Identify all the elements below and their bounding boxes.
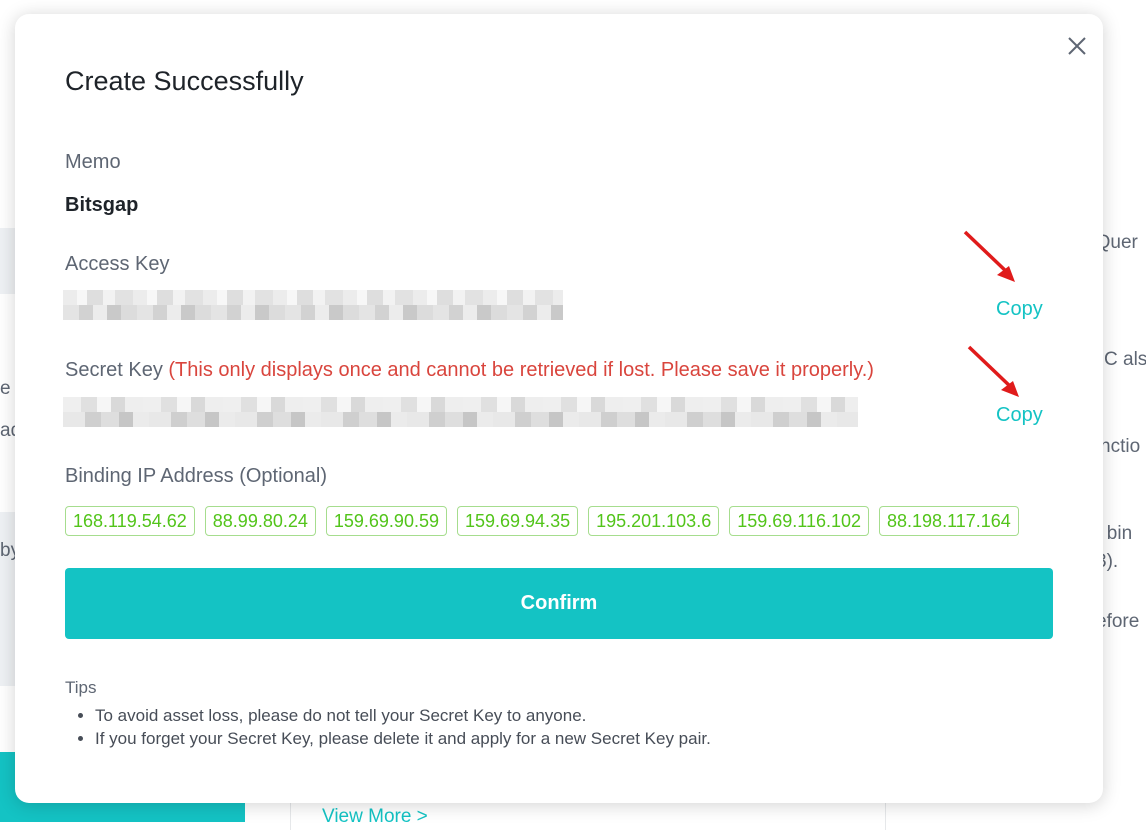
modal-title: Create Successfully — [65, 66, 304, 96]
close-button[interactable] — [1065, 34, 1089, 58]
create-success-modal: Create Successfully Memo Bitsgap Access … — [15, 14, 1103, 803]
background-text: e — [0, 378, 11, 399]
secret-key-label-text: Secret Key — [65, 359, 163, 381]
background-text: nctio — [1100, 436, 1141, 457]
ip-address-tag: 159.69.116.102 — [729, 506, 870, 536]
background-panel — [0, 512, 16, 686]
ip-address-tag: 88.198.117.164 — [879, 506, 1019, 536]
memo-label: Memo — [65, 151, 121, 173]
tip-item: To avoid asset loss, please do not tell … — [95, 704, 711, 727]
background-text: C also — [1104, 349, 1146, 370]
ip-address-tag: 159.69.90.59 — [325, 506, 447, 536]
red-arrow-icon — [963, 230, 1015, 282]
copy-access-key-button[interactable]: Copy — [996, 298, 1043, 321]
ip-address-tag: 168.119.54.62 — [65, 506, 195, 536]
ip-address-list: 168.119.54.62 88.99.80.24 159.69.90.59 1… — [65, 506, 1019, 536]
ip-address-tag: 195.201.103.6 — [588, 506, 720, 536]
background-panel — [0, 228, 16, 294]
tip-item: If you forget your Secret Key, please de… — [95, 727, 711, 750]
view-more-link[interactable]: View More > — [322, 806, 428, 828]
access-key-value-masked — [63, 290, 563, 320]
secret-key-label: Secret Key (This only displays once and … — [65, 359, 874, 382]
copy-secret-key-button[interactable]: Copy — [996, 404, 1043, 427]
ip-address-tag: 88.99.80.24 — [204, 506, 316, 536]
close-icon[interactable] — [1065, 34, 1089, 58]
tips-title: Tips — [65, 678, 97, 697]
ip-address-tag: 159.69.94.35 — [456, 506, 579, 536]
secret-key-value-masked — [63, 397, 858, 427]
access-key-label: Access Key — [65, 253, 170, 275]
confirm-button[interactable]: Confirm — [65, 568, 1053, 639]
tips-list: To avoid asset loss, please do not tell … — [65, 704, 711, 750]
memo-value: Bitsgap — [65, 194, 139, 216]
secret-key-warning: (This only displays once and cannot be r… — [168, 359, 874, 381]
binding-ip-label: Binding IP Address (Optional) — [65, 465, 328, 487]
red-arrow-icon — [967, 345, 1019, 397]
